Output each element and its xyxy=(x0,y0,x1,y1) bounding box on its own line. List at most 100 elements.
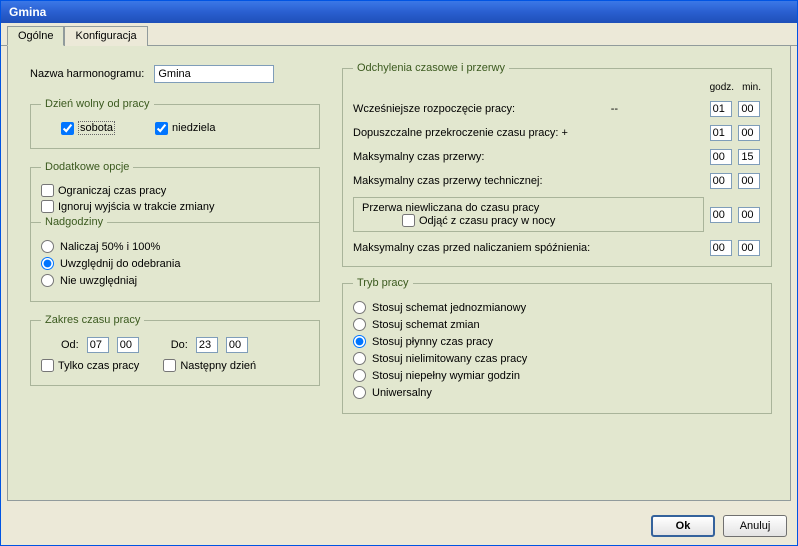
extra-options-group: Dodatkowe opcje Ograniczaj czas pracy Ig… xyxy=(30,161,320,302)
dayoff-sunday-label: niedziela xyxy=(172,122,215,134)
deviations-group: Odchylenia czasowe i przerwy godz. min. … xyxy=(342,62,772,267)
only-worktime-label: Tylko czas pracy xyxy=(58,360,139,372)
header-hours: godz. xyxy=(710,82,734,93)
over-h[interactable] xyxy=(710,125,732,141)
overtime-opt1-radio[interactable] xyxy=(41,240,54,253)
dayoff-sunday-checkbox[interactable] xyxy=(155,122,168,135)
dayoff-group: Dzień wolny od pracy sobota niedziela xyxy=(30,98,320,149)
ignore-exits-checkbox[interactable] xyxy=(41,200,54,213)
limit-worktime-label: Ograniczaj czas pracy xyxy=(58,185,166,197)
break-m[interactable] xyxy=(738,149,760,165)
early-h[interactable] xyxy=(710,101,732,117)
ignore-exits-label: Ignoruj wyjścia w trakcie zmiany xyxy=(58,201,215,213)
header-minutes: min. xyxy=(742,82,761,93)
only-worktime[interactable]: Tylko czas pracy xyxy=(41,359,139,372)
workmode-legend: Tryb pracy xyxy=(353,277,413,289)
mode-opt4[interactable]: Stosuj nielimitowany czas pracy xyxy=(353,352,761,365)
mode-opt5[interactable]: Stosuj niepełny wymiar godzin xyxy=(353,369,761,382)
overtime-legend: Nadgodziny xyxy=(41,216,107,228)
mode-opt3-label: Stosuj płynny czas pracy xyxy=(372,336,493,348)
mode-opt3[interactable]: Stosuj płynny czas pracy xyxy=(353,335,761,348)
break-label: Maksymalny czas przerwy: xyxy=(353,151,704,163)
mode-opt2-radio[interactable] xyxy=(353,318,366,331)
schedule-name-row: Nazwa harmonogramu: xyxy=(30,65,320,83)
excluded-break-group: Przerwa niewliczana do czasu pracy Odjąć… xyxy=(353,197,704,232)
next-day[interactable]: Następny dzień xyxy=(163,359,256,372)
early-m[interactable] xyxy=(738,101,760,117)
mode-opt3-radio[interactable] xyxy=(353,335,366,348)
over-m[interactable] xyxy=(738,125,760,141)
tech-h[interactable] xyxy=(710,173,732,189)
schedule-name-label: Nazwa harmonogramu: xyxy=(30,68,144,80)
workrange-to-m[interactable] xyxy=(226,337,248,353)
overtime-opt2-radio[interactable] xyxy=(41,257,54,270)
tech-m[interactable] xyxy=(738,173,760,189)
excl-m[interactable] xyxy=(738,207,760,223)
window: Gmina Ogólne Konfiguracja Nazwa harmonog… xyxy=(0,0,798,546)
mode-opt6-radio[interactable] xyxy=(353,386,366,399)
tab-content: Nazwa harmonogramu: Dzień wolny od pracy… xyxy=(7,46,791,501)
mode-opt5-radio[interactable] xyxy=(353,369,366,382)
mode-opt2[interactable]: Stosuj schemat zmian xyxy=(353,318,761,331)
early-sign: -- xyxy=(518,103,618,115)
overtime-group: Nadgodziny Naliczaj 50% i 100% Uwzględni… xyxy=(31,216,319,301)
overtime-opt1[interactable]: Naliczaj 50% i 100% xyxy=(41,240,309,253)
over-sign: + xyxy=(562,127,568,139)
early-label: Wcześniejsze rozpoczęcie pracy: xyxy=(353,103,515,115)
mode-opt1-radio[interactable] xyxy=(353,301,366,314)
overtime-opt2-label: Uwzględnij do odebrania xyxy=(60,258,180,270)
over-label: Dopuszczalne przekroczenie czasu pracy: xyxy=(353,127,558,139)
excl-h[interactable] xyxy=(710,207,732,223)
cancel-button[interactable]: Anuluj xyxy=(723,515,787,537)
schedule-name-input[interactable] xyxy=(154,65,274,83)
mode-opt6[interactable]: Uniwersalny xyxy=(353,386,761,399)
workrange-group: Zakres czasu pracy Od: Do: Tylko czas pr… xyxy=(30,314,320,386)
next-day-label: Następny dzień xyxy=(180,360,256,372)
dayoff-sunday[interactable]: niedziela xyxy=(155,122,215,135)
late-label: Maksymalny czas przed naliczaniem spóźni… xyxy=(353,242,704,254)
mode-opt1-label: Stosuj schemat jednozmianowy xyxy=(372,302,526,314)
limit-worktime-checkbox[interactable] xyxy=(41,184,54,197)
tab-config[interactable]: Konfiguracja xyxy=(64,26,147,46)
right-column: Odchylenia czasowe i przerwy godz. min. … xyxy=(342,62,772,490)
mode-opt1[interactable]: Stosuj schemat jednozmianowy xyxy=(353,301,761,314)
workrange-from-h[interactable] xyxy=(87,337,109,353)
dayoff-saturday-checkbox[interactable] xyxy=(61,122,74,135)
overtime-opt3[interactable]: Nie uwzględniaj xyxy=(41,274,309,287)
dayoff-saturday[interactable]: sobota xyxy=(61,121,115,135)
break-h[interactable] xyxy=(710,149,732,165)
mode-opt6-label: Uniwersalny xyxy=(372,387,432,399)
tech-label: Maksymalny czas przerwy technicznej: xyxy=(353,175,704,187)
tab-general[interactable]: Ogólne xyxy=(7,26,64,46)
excl-night[interactable]: Odjąć z czasu pracy w nocy xyxy=(362,214,695,227)
window-title: Gmina xyxy=(9,5,46,19)
mode-opt2-label: Stosuj schemat zmian xyxy=(372,319,480,331)
late-m[interactable] xyxy=(738,240,760,256)
ignore-exits[interactable]: Ignoruj wyjścia w trakcie zmiany xyxy=(41,200,309,213)
dayoff-legend: Dzień wolny od pracy xyxy=(41,98,154,110)
dayoff-saturday-label: sobota xyxy=(78,121,115,135)
limit-worktime[interactable]: Ograniczaj czas pracy xyxy=(41,184,309,197)
button-bar: Ok Anuluj xyxy=(1,507,797,545)
excl-night-checkbox[interactable] xyxy=(402,214,415,227)
overtime-opt3-label: Nie uwzględniaj xyxy=(60,275,137,287)
only-worktime-checkbox[interactable] xyxy=(41,359,54,372)
overtime-opt1-label: Naliczaj 50% i 100% xyxy=(60,241,160,253)
mode-opt4-radio[interactable] xyxy=(353,352,366,365)
extra-options-legend: Dodatkowe opcje xyxy=(41,161,133,173)
ok-button[interactable]: Ok xyxy=(651,515,715,537)
workrange-from-label: Od: xyxy=(61,339,79,351)
overtime-opt2[interactable]: Uwzględnij do odebrania xyxy=(41,257,309,270)
next-day-checkbox[interactable] xyxy=(163,359,176,372)
workrange-to-h[interactable] xyxy=(196,337,218,353)
left-column: Nazwa harmonogramu: Dzień wolny od pracy… xyxy=(30,62,320,490)
workrange-from-m[interactable] xyxy=(117,337,139,353)
overtime-opt3-radio[interactable] xyxy=(41,274,54,287)
workmode-group: Tryb pracy Stosuj schemat jednozmianowy … xyxy=(342,277,772,414)
excl-label: Przerwa niewliczana do czasu pracy xyxy=(362,202,695,214)
titlebar: Gmina xyxy=(1,1,797,23)
excl-night-label: Odjąć z czasu pracy w nocy xyxy=(419,215,555,227)
mode-opt5-label: Stosuj niepełny wymiar godzin xyxy=(372,370,520,382)
late-h[interactable] xyxy=(710,240,732,256)
tab-strip: Ogólne Konfiguracja xyxy=(1,23,797,46)
